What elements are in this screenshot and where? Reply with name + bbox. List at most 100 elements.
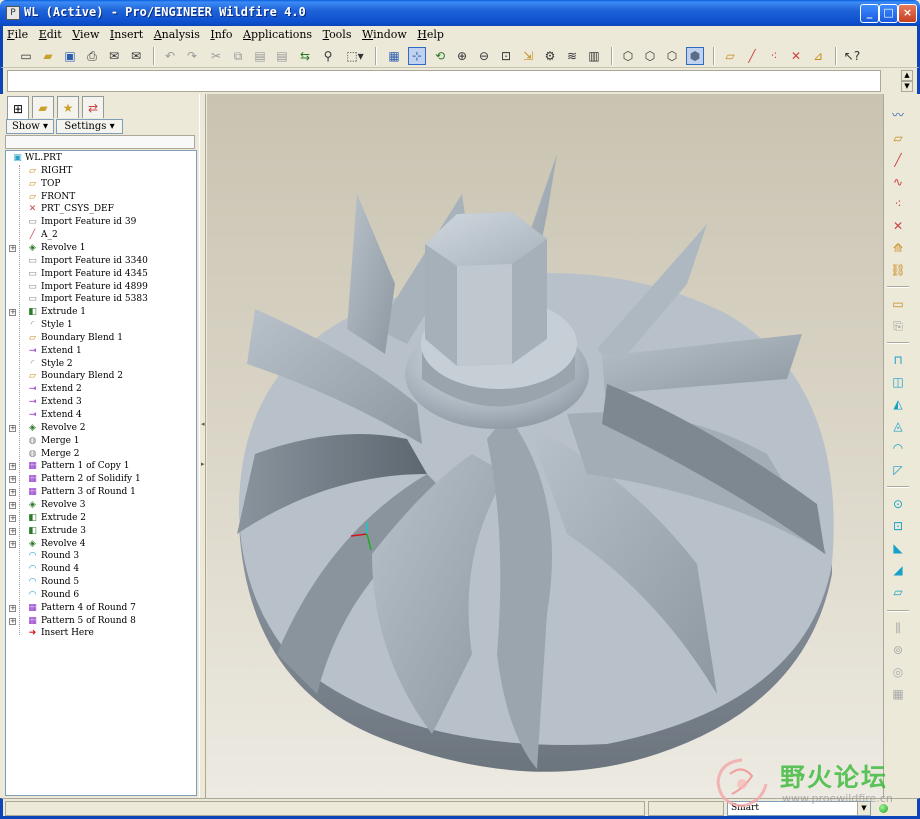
saved-views-icon[interactable]: ⚙ [541, 47, 559, 65]
spin-center-icon[interactable]: ⊹ [408, 47, 426, 65]
menu-help[interactable]: Help [413, 26, 447, 41]
tree-item[interactable]: ◜ Style 2 [6, 358, 196, 371]
connections-tab[interactable]: ⇄ [82, 96, 104, 118]
menu-info[interactable]: Info [206, 26, 235, 41]
tree-item[interactable]: ⇥ Extend 3 [6, 396, 196, 409]
save-icon[interactable]: ▣ [61, 47, 79, 65]
tree-item[interactable]: ◠ Round 5 [6, 576, 196, 589]
datum-axes-icon[interactable]: ╱ [743, 47, 761, 65]
expand-icon[interactable]: + [9, 527, 16, 535]
view-manager-icon[interactable]: ▥ [585, 47, 603, 65]
expand-icon[interactable]: + [9, 244, 16, 252]
hole-tool-icon[interactable]: ⊙ [888, 494, 908, 514]
tree-item[interactable]: ▭ Import Feature id 4345 [6, 268, 196, 281]
tree-item[interactable]: ◠ Round 6 [6, 589, 196, 602]
tree-item[interactable]: + ▦ Pattern 5 of Round 8 [6, 615, 196, 628]
graphics-window[interactable] [207, 94, 883, 798]
tree-item[interactable]: ▱ Boundary Blend 2 [6, 370, 196, 383]
menu-window[interactable]: Window [358, 26, 410, 41]
menu-view[interactable]: View [68, 26, 102, 41]
tree-item[interactable]: ▭ Import Feature id 4899 [6, 281, 196, 294]
zoom-out-icon[interactable]: ⊖ [475, 47, 493, 65]
draft-tool-icon[interactable]: ◢ [888, 560, 908, 580]
tree-item[interactable]: ⇥ Extend 1 [6, 345, 196, 358]
message-scroll-down-icon[interactable]: ▼ [901, 81, 913, 92]
context-help-icon[interactable]: ↖? [843, 47, 861, 65]
email-link-icon[interactable]: ✉ [127, 47, 145, 65]
tree-item[interactable]: + ◈ Revolve 3 [6, 499, 196, 512]
expand-icon[interactable]: + [9, 489, 16, 497]
tree-item[interactable]: ◍ Merge 2 [6, 448, 196, 461]
revolve-tool-icon[interactable]: ◫ [888, 372, 908, 392]
datum-plane-icon[interactable]: ▱ [888, 128, 908, 148]
new-icon[interactable]: ▭ [17, 47, 35, 65]
paste-special-icon[interactable]: ▤ [273, 47, 291, 65]
tree-item[interactable]: ▣ WL.PRT [6, 152, 196, 165]
repaint-icon[interactable]: ▦ [385, 47, 403, 65]
tree-item[interactable]: ◜ Style 1 [6, 319, 196, 332]
layers-icon[interactable]: ≋ [563, 47, 581, 65]
tree-item[interactable]: + ▦ Pattern 1 of Copy 1 [6, 460, 196, 473]
blend-tool-icon[interactable]: ◬ [888, 416, 908, 436]
reorient-icon[interactable]: ⇲ [519, 47, 537, 65]
menu-edit[interactable]: Edit [35, 26, 65, 41]
tree-item[interactable]: + ◧ Extrude 2 [6, 512, 196, 525]
paste-feature-icon[interactable]: ⎘ [888, 316, 908, 336]
menu-insert[interactable]: Insert [106, 26, 146, 41]
find-icon[interactable]: ⚲ [319, 47, 337, 65]
email-icon[interactable]: ✉ [105, 47, 123, 65]
tree-item[interactable]: ⇥ Extend 2 [6, 383, 196, 396]
datum-axis-icon[interactable]: ╱ [888, 150, 908, 170]
copy-feature-icon[interactable]: ▭ [888, 294, 908, 314]
tree-item[interactable]: + ◧ Extrude 3 [6, 525, 196, 538]
tree-item[interactable]: ◍ Merge 1 [6, 435, 196, 448]
datum-planes-icon[interactable]: ▱ [721, 47, 739, 65]
tree-item[interactable]: ▭ Import Feature id 3340 [6, 255, 196, 268]
wireframe-icon[interactable]: ⬡ [619, 47, 637, 65]
tree-item[interactable]: ▱ Boundary Blend 1 [6, 332, 196, 345]
datum-curve-icon[interactable]: ∿ [888, 172, 908, 192]
merge-tool-icon[interactable]: ⊚ [888, 640, 908, 660]
minimize-button[interactable]: _ [860, 4, 879, 23]
tree-item[interactable]: + ◈ Revolve 1 [6, 242, 196, 255]
extrude-tool-icon[interactable]: ⊓ [888, 350, 908, 370]
tree-item[interactable]: + ◧ Extrude 1 [6, 306, 196, 319]
menu-applications[interactable]: Applications [239, 26, 315, 41]
orient-mode-icon[interactable]: ⟲ [431, 47, 449, 65]
tree-item[interactable]: ✕ PRT_CSYS_DEF [6, 203, 196, 216]
paste-icon[interactable]: ▤ [251, 47, 269, 65]
tree-item[interactable]: + ▦ Pattern 4 of Round 7 [6, 602, 196, 615]
collapse-left-icon[interactable]: ◂ [201, 420, 205, 428]
tree-item[interactable]: + ▦ Pattern 2 of Solidify 1 [6, 473, 196, 486]
chamfer-tool-icon[interactable]: ◸ [888, 460, 908, 480]
expand-icon[interactable]: + [9, 463, 16, 471]
expand-icon[interactable]: + [9, 424, 16, 432]
sketch-icon[interactable]: 〰 [888, 104, 908, 124]
menu-tools[interactable]: Tools [319, 26, 355, 41]
tree-item[interactable]: ◠ Round 4 [6, 563, 196, 576]
no-hidden-icon[interactable]: ⬡ [663, 47, 681, 65]
folder-browser-tab[interactable]: ▰ [32, 96, 54, 118]
tree-item[interactable]: ▭ Import Feature id 5383 [6, 293, 196, 306]
app-icon[interactable]: P [6, 6, 20, 20]
csys-display-icon[interactable]: ⊿ [809, 47, 827, 65]
cut-icon[interactable]: ✂ [207, 47, 225, 65]
maximize-button[interactable]: □ [879, 4, 898, 23]
csys-icon[interactable]: ✕ [787, 47, 805, 65]
tree-item[interactable]: ➜ Insert Here [6, 627, 196, 640]
expand-right-icon[interactable]: ▸ [201, 460, 205, 468]
rib-tool-icon[interactable]: ◣ [888, 538, 908, 558]
refit-icon[interactable]: ⊡ [497, 47, 515, 65]
expand-icon[interactable]: + [9, 476, 16, 484]
undo-icon[interactable]: ↶ [161, 47, 179, 65]
csys-create-icon[interactable]: ✕ [888, 216, 908, 236]
tree-item[interactable]: ▱ TOP [6, 178, 196, 191]
tree-item[interactable]: ⇥ Extend 4 [6, 409, 196, 422]
round-tool-icon[interactable]: ◠ [888, 438, 908, 458]
boundary-blend-tool-icon[interactable]: ▱ [888, 582, 908, 602]
settings-dropdown[interactable]: Settings ▾ [56, 119, 123, 134]
message-scroll-up-icon[interactable]: ▲ [901, 70, 913, 81]
redo-icon[interactable]: ↷ [183, 47, 201, 65]
tree-item[interactable]: ◠ Round 3 [6, 550, 196, 563]
mirror-tool-icon[interactable]: ⫼ [888, 618, 908, 638]
